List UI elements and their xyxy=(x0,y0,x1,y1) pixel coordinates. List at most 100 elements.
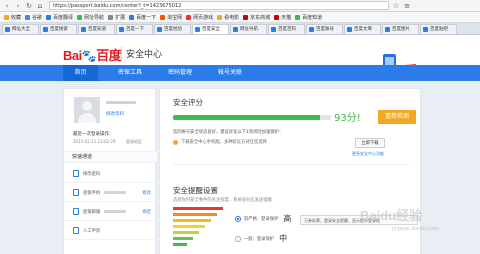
section-divider xyxy=(173,164,409,165)
tab-icon xyxy=(309,26,314,32)
bookmark-item[interactable]: 百度知道 xyxy=(295,14,322,21)
quick-link-label: 密保手机 xyxy=(83,191,101,196)
edit-profile-link[interactable]: 修改资料 xyxy=(106,111,124,117)
bookmark-item[interactable]: 谷歌 xyxy=(25,14,42,21)
download-button[interactable]: 立即下载 xyxy=(355,138,385,148)
browser-tab[interactable]: 百度贴吧 xyxy=(420,23,457,34)
quick-link-label: 修改密码 xyxy=(83,172,101,177)
tab-label: 百度文库 xyxy=(354,27,372,32)
alert-settings-title: 安全提醒设置 xyxy=(173,186,218,195)
avatar[interactable] xyxy=(74,97,100,123)
quick-link-action[interactable]: 修改 xyxy=(142,190,151,196)
bookmark-icon xyxy=(4,14,9,20)
url-text: https://passport.baidu.com/center?_t=142… xyxy=(53,2,182,9)
bookmark-icon xyxy=(77,14,83,20)
tab-icon xyxy=(423,26,428,32)
watermark-sub: jingyan.baidu.com xyxy=(392,226,439,232)
address-bar: ‹ › ↻ ⌂ https://passport.baidu.com/cente… xyxy=(0,0,480,12)
tab-label: 百度百科 xyxy=(278,27,296,32)
back-icon[interactable]: ‹ xyxy=(3,2,11,10)
tab-icon xyxy=(347,26,352,32)
option-strict[interactable]: 较严格：登录保护 高 xyxy=(235,213,291,224)
tab-icon xyxy=(81,26,86,32)
bookmark-item[interactable]: 扩展 xyxy=(108,14,125,21)
nav-item-home[interactable]: 首页 xyxy=(63,65,98,81)
logo-text: Bai xyxy=(63,48,82,63)
home-icon[interactable]: ⌂ xyxy=(36,2,44,10)
refresh-icon[interactable]: ↻ xyxy=(25,2,33,10)
bookmark-icon xyxy=(243,14,249,20)
risk-tip: 下载安全中心手机版，多种验证方式任您选择 xyxy=(173,138,369,152)
quick-link-action[interactable]: 绑定 xyxy=(142,209,151,215)
more-features-link[interactable]: 更多安全中心功能 xyxy=(352,151,384,157)
menu-icon[interactable]: ≡ xyxy=(403,2,411,10)
tab-icon xyxy=(385,26,390,32)
bookmark-icon xyxy=(129,14,135,20)
quick-link-label: 人工申诉 xyxy=(83,229,101,234)
paw-icon: 🐾 xyxy=(81,49,97,63)
browser-tab[interactable]: 百度图片 xyxy=(382,23,419,34)
bookmark-label: 京东商城 xyxy=(250,14,271,21)
quick-link-phone[interactable]: 密保手机 修改 xyxy=(64,183,157,202)
bookmark-item[interactable]: 网址导航 xyxy=(77,14,104,21)
bookmark-item[interactable]: 网页游戏 xyxy=(186,14,213,21)
nav-item-security-tools[interactable]: 密保工具 xyxy=(110,65,150,81)
score-value: 93分! xyxy=(334,113,361,124)
bookmark-item[interactable]: 百度翻译 xyxy=(46,14,73,21)
bookmark-item[interactable]: 看电影 xyxy=(217,14,239,21)
watermark: Baidu经验 xyxy=(360,208,423,223)
browser-tab[interactable]: 百度一下 xyxy=(116,23,153,34)
bookmark-item[interactable]: 百度一下 xyxy=(129,14,156,21)
option-strict-level: 高 xyxy=(283,214,292,223)
quick-link-change-password[interactable]: 修改密码 xyxy=(64,164,157,183)
browser-tab[interactable]: 百度经验 xyxy=(154,23,191,34)
bookmark-item[interactable]: 收藏 xyxy=(4,14,21,21)
radio-normal[interactable] xyxy=(235,235,241,242)
star-icon[interactable]: ☆ xyxy=(392,2,400,10)
radio-strict[interactable] xyxy=(235,215,241,222)
option-strict-label: 较严格：登录保护 xyxy=(244,216,279,222)
main-panel: 安全评分 93分! 重新检测 您的帐号安全状态良好，建议优化以下1项风险加强保护… xyxy=(159,88,421,254)
warning-icon xyxy=(173,140,178,145)
baidu-logo[interactable]: Bai🐾百度 xyxy=(63,45,122,64)
browser-tab[interactable]: 百度账号 xyxy=(306,23,343,34)
url-input[interactable]: https://passport.baidu.com/center?_t=142… xyxy=(49,1,389,10)
bookmark-icon xyxy=(46,14,52,20)
option-normal-level: 中 xyxy=(279,234,288,243)
quick-link-appeal[interactable]: 人工申诉 xyxy=(64,221,157,240)
option-normal[interactable]: 一般：登录保护 中 xyxy=(235,233,287,244)
browser-tab[interactable]: 百度搜索 xyxy=(40,23,77,34)
person-icon xyxy=(73,227,79,234)
bookmark-label: 淘宝网 xyxy=(167,14,183,21)
bookmark-icon xyxy=(108,14,114,20)
browser-tab[interactable]: 网址大全 xyxy=(2,23,39,34)
bookmark-item[interactable]: 天猫 xyxy=(274,14,291,21)
nav-item-account-link[interactable]: 帐号关联 xyxy=(210,65,250,81)
quick-link-label: 密保邮箱 xyxy=(83,210,101,215)
nav-item-password[interactable]: 密码管理 xyxy=(160,65,200,81)
tab-label: 百度搜索 xyxy=(50,27,68,32)
bookmark-icon xyxy=(25,14,31,20)
tab-label: 百度账号 xyxy=(316,27,334,32)
browser-tab-active[interactable]: 百度安全 xyxy=(192,23,229,34)
recheck-button[interactable]: 重新检测 xyxy=(378,110,416,124)
browser-tab[interactable]: 百度文库 xyxy=(344,23,381,34)
option-normal-label: 一般：登录保护 xyxy=(244,236,275,242)
browser-tab[interactable]: 百度百科 xyxy=(268,23,305,34)
bookmark-item[interactable]: 淘宝网 xyxy=(160,14,182,21)
bookmark-icon xyxy=(160,14,166,20)
logo-divider xyxy=(121,47,122,61)
score-hint: 您的帐号安全状态良好，建议优化以下1项风险加强保护： xyxy=(173,130,284,135)
quick-link-email[interactable]: 密保邮箱 绑定 xyxy=(64,202,157,221)
page-title: 安全中心 xyxy=(126,50,163,60)
last-login-place: 登录地区 xyxy=(126,139,142,144)
bookmark-icon xyxy=(295,14,301,20)
tab-label: 网址导航 xyxy=(240,27,258,32)
main-nav: 首页 密保工具 密码管理 帐号关联 xyxy=(0,65,480,81)
forward-icon[interactable]: › xyxy=(14,2,22,10)
tab-label: 网址大全 xyxy=(12,27,30,32)
tab-icon xyxy=(195,26,200,32)
bookmark-item[interactable]: 京东商城 xyxy=(243,14,270,21)
browser-tab[interactable]: 网址导航 xyxy=(230,23,267,34)
browser-tab[interactable]: 百度知道 xyxy=(78,23,115,34)
